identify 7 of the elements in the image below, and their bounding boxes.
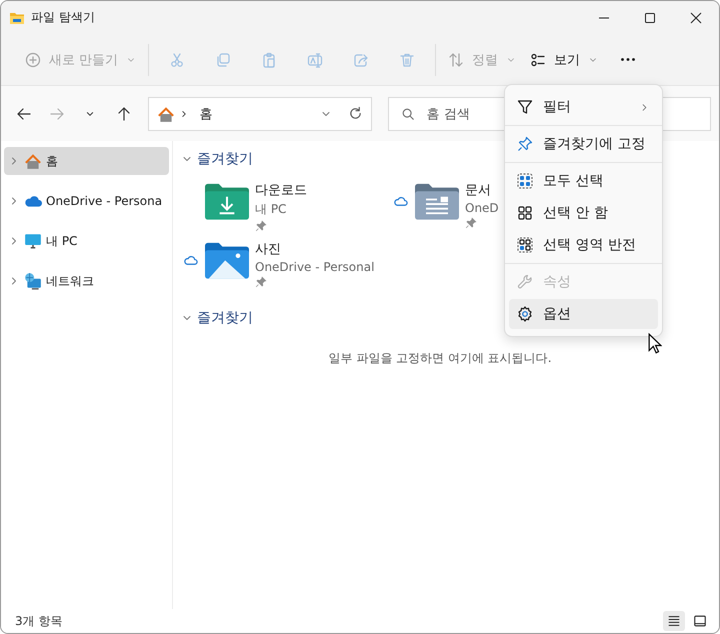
folder-location: OneD	[465, 201, 499, 215]
folder-location: OneDrive - Personal	[255, 260, 374, 274]
window-title: 파일 탐색기	[31, 9, 95, 26]
address-location: 홈	[199, 106, 214, 122]
empty-message: 일부 파일을 고정하면 여기에 표시됩니다.	[327, 350, 553, 367]
item-count: 3개 항목	[15, 612, 62, 630]
folder-location: 내 PC	[255, 201, 288, 218]
